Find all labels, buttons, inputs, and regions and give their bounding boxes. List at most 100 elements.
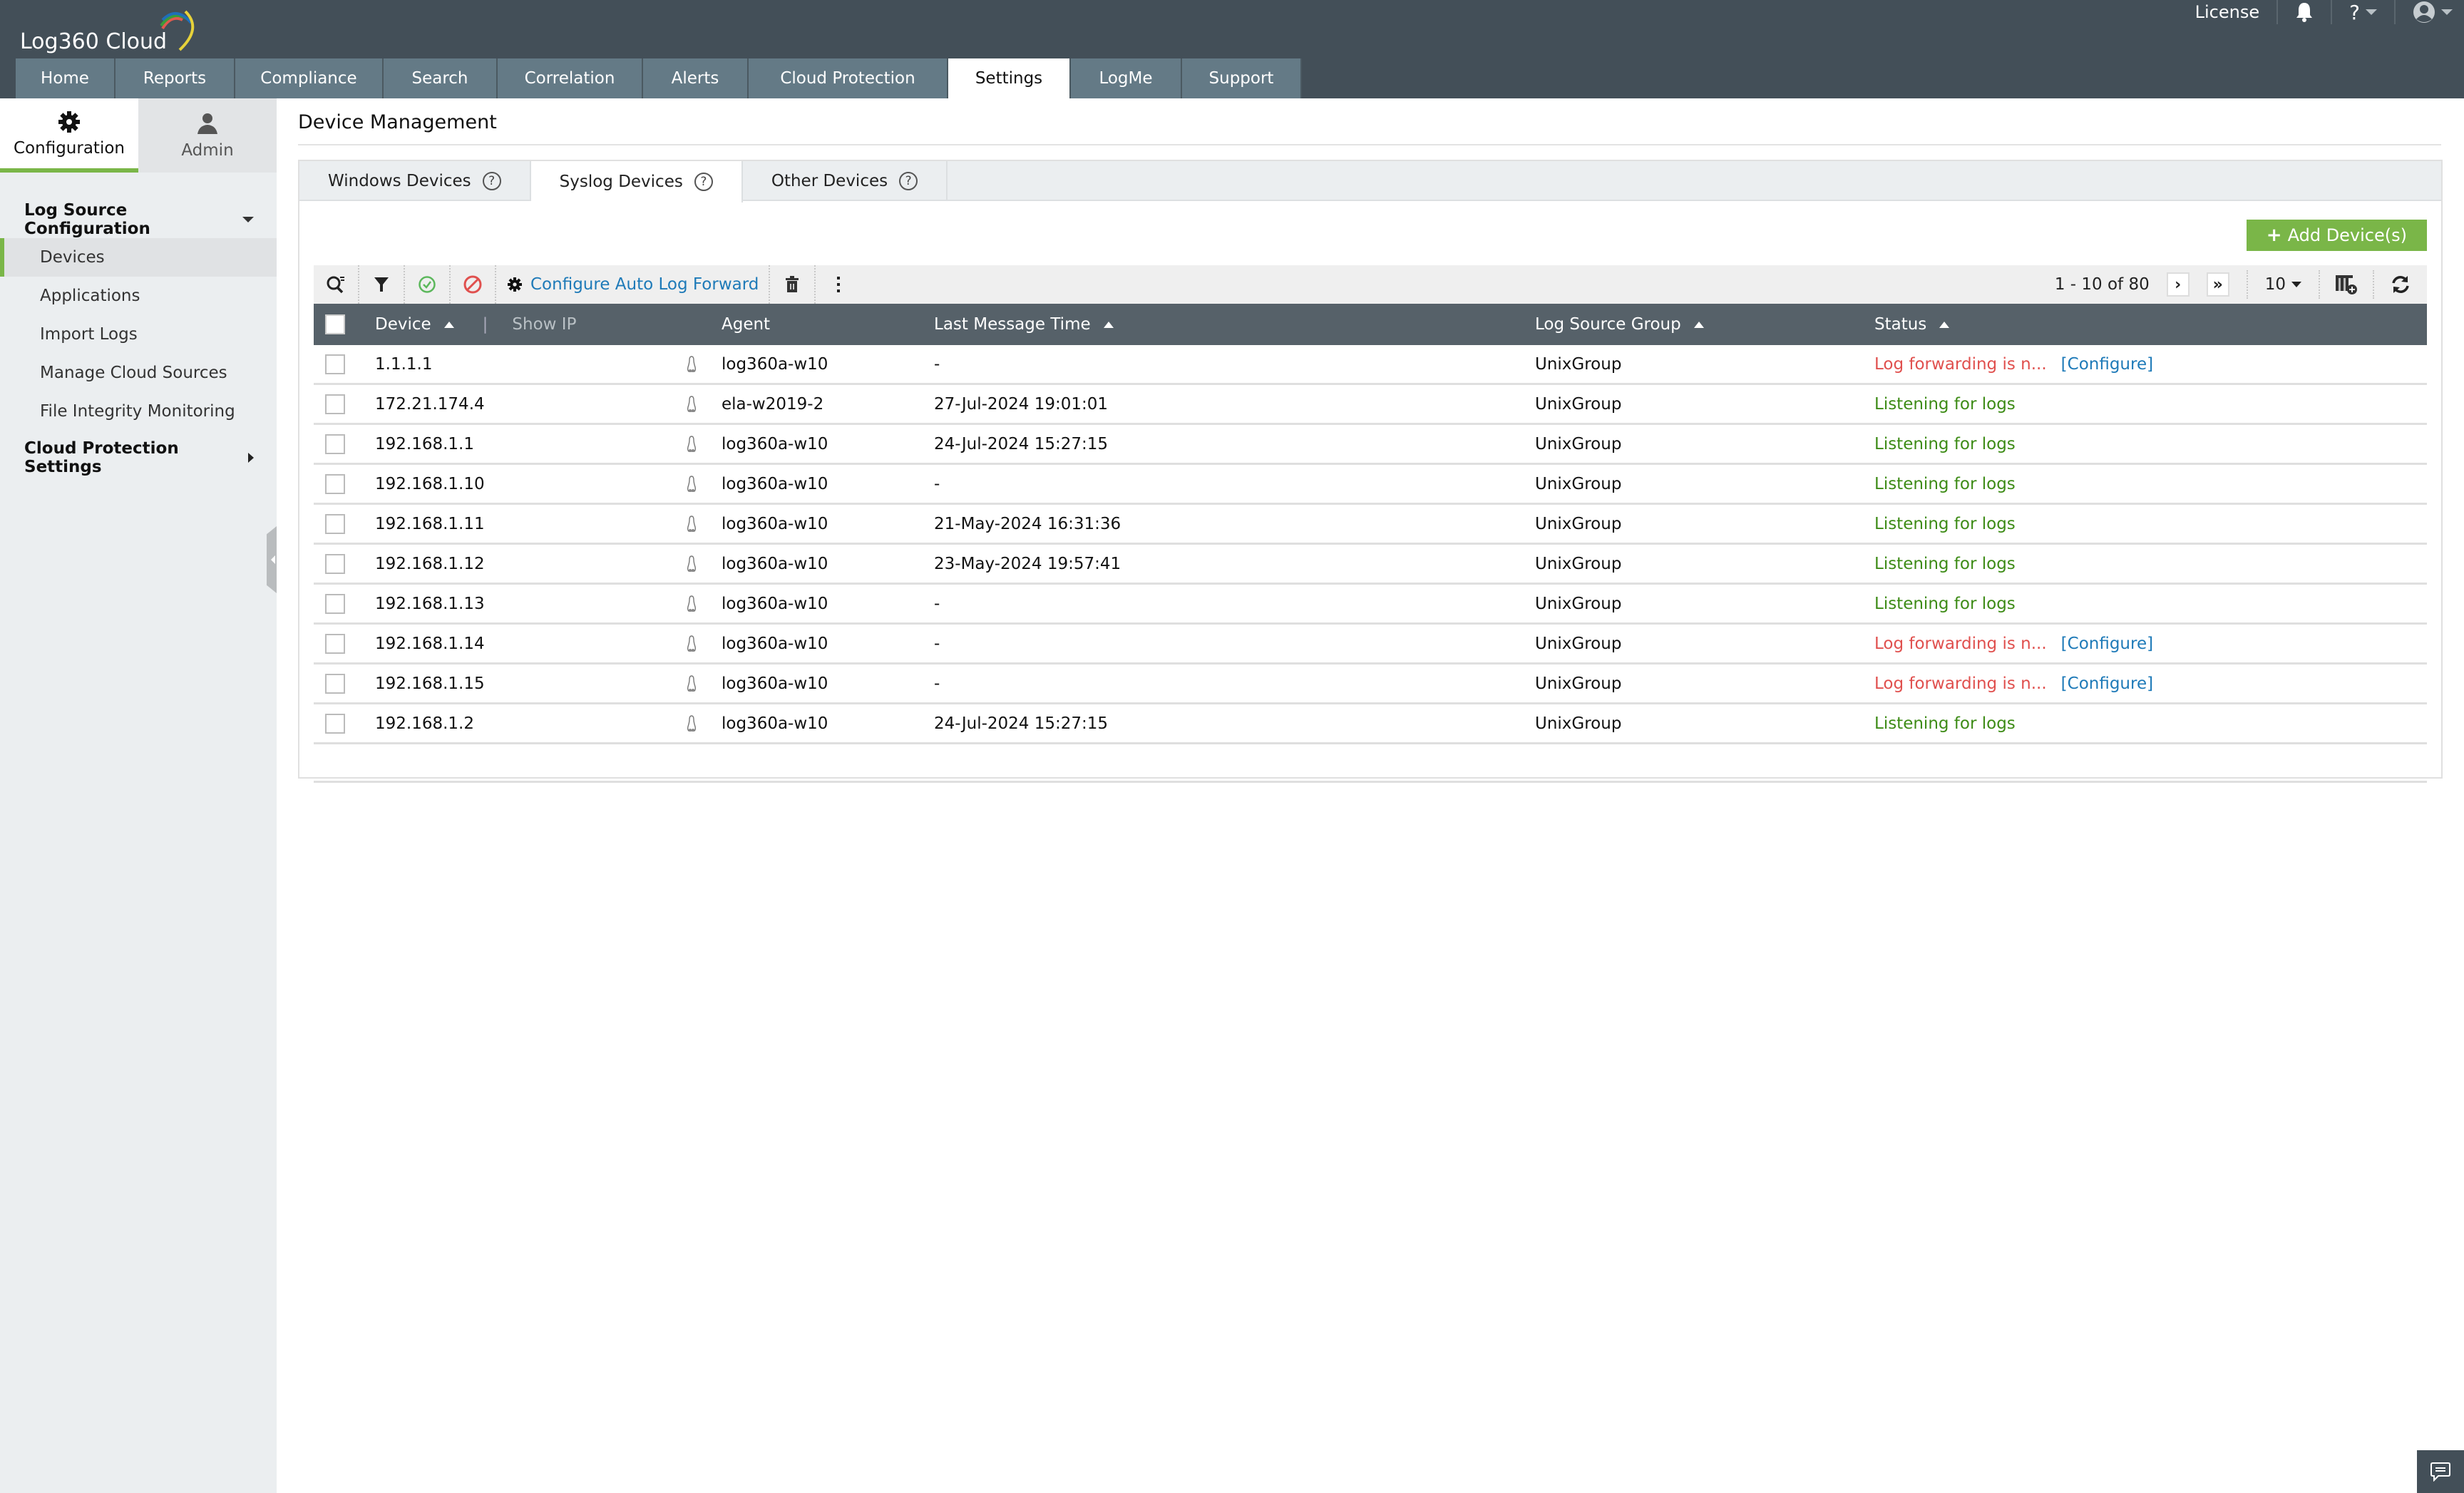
- sidebar-tab-admin[interactable]: Admin: [138, 98, 277, 173]
- sort-asc-icon[interactable]: [1939, 321, 1950, 328]
- table-row[interactable]: 192.168.1.2 log360a-w10 24-Jul-2024 15:27:…: [314, 704, 2427, 744]
- add-devices-button[interactable]: + Add Device(s): [2246, 220, 2427, 251]
- sidebar-tab-configuration[interactable]: Configuration: [0, 98, 138, 173]
- app-logo[interactable]: Log360 Cloud: [20, 7, 195, 53]
- table-row[interactable]: 172.21.174.4 ela-w2019-2 27-Jul-2024 19:01…: [314, 385, 2427, 425]
- row-checkbox[interactable]: [325, 553, 345, 574]
- nav-tab-search[interactable]: Search: [384, 58, 498, 98]
- sidebar-item-import-logs[interactable]: Import Logs: [0, 315, 277, 354]
- nav-tab-cloud-protection[interactable]: Cloud Protection: [749, 58, 948, 98]
- last-page-button[interactable]: »: [2206, 272, 2229, 297]
- device-name[interactable]: 1.1.1.1: [375, 355, 432, 374]
- notifications-button[interactable]: [2278, 0, 2333, 24]
- configure-link[interactable]: [Configure]: [2061, 674, 2153, 693]
- device-name[interactable]: 192.168.1.15: [375, 674, 485, 693]
- sidebar-collapse-handle[interactable]: [267, 526, 277, 593]
- table-row[interactable]: 192.168.1.14 log360a-w10 - UnixGroup Log for…: [314, 625, 2427, 665]
- enable-button[interactable]: [405, 265, 451, 304]
- chat-button[interactable]: [2417, 1450, 2464, 1493]
- page-size-select[interactable]: 10: [2248, 275, 2319, 294]
- last-message-time: -: [934, 634, 940, 653]
- more-options-button[interactable]: [816, 265, 861, 304]
- configure-auto-log-forward-link[interactable]: Configure Auto Log Forward: [496, 265, 771, 304]
- device-name[interactable]: 192.168.1.14: [375, 635, 485, 653]
- refresh-button[interactable]: [2374, 265, 2427, 304]
- help-menu-button[interactable]: ?: [2332, 0, 2396, 24]
- help-circle-icon[interactable]: ?: [899, 172, 918, 190]
- linux-icon: [687, 395, 697, 412]
- row-checkbox[interactable]: [325, 673, 345, 694]
- row-checkbox[interactable]: [325, 593, 345, 614]
- nav-tab-compliance[interactable]: Compliance: [235, 58, 384, 98]
- column-chooser-button[interactable]: [2320, 265, 2373, 304]
- linux-icon: [687, 475, 697, 492]
- sort-asc-icon[interactable]: [1693, 321, 1704, 328]
- row-checkbox[interactable]: [325, 633, 345, 654]
- tab-other-devices[interactable]: Other Devices ?: [743, 161, 948, 201]
- nav-tab-alerts[interactable]: Alerts: [643, 58, 749, 98]
- table-row[interactable]: 192.168.1.13 log360a-w10 - UnixGroup Listeni…: [314, 585, 2427, 625]
- tab-windows-devices[interactable]: Windows Devices ?: [299, 161, 531, 201]
- sidebar-group-header[interactable]: Cloud Protection Settings: [0, 439, 277, 476]
- column-header-status[interactable]: Status: [1874, 315, 1926, 334]
- user-menu-button[interactable]: [2396, 0, 2464, 24]
- column-header-device[interactable]: Device: [375, 315, 431, 334]
- nav-tab-reports[interactable]: Reports: [115, 58, 235, 98]
- device-name[interactable]: 172.21.174.4: [375, 395, 485, 414]
- row-checkbox[interactable]: [325, 713, 345, 734]
- table-row[interactable]: 192.168.1.11 log360a-w10 21-May-2024 16:31…: [314, 505, 2427, 545]
- configure-link[interactable]: [Configure]: [2061, 635, 2153, 653]
- log-source-group: UnixGroup: [1535, 354, 1622, 374]
- agent-name: log360a-w10: [722, 674, 828, 693]
- show-ip-toggle[interactable]: Show IP: [512, 315, 576, 334]
- agent-name: log360a-w10: [722, 354, 828, 374]
- table-row[interactable]: 192.168.1.15 log360a-w10 - UnixGroup Log for…: [314, 665, 2427, 704]
- tab-syslog-devices[interactable]: Syslog Devices ?: [530, 161, 743, 202]
- nav-tab-logme[interactable]: LogMe: [1071, 58, 1182, 98]
- help-circle-icon[interactable]: ?: [482, 172, 501, 190]
- table-row[interactable]: 1.1.1.1 log360a-w10 - UnixGroup Log forwardi…: [314, 345, 2427, 385]
- column-header-last-message-time[interactable]: Last Message Time: [934, 315, 1091, 334]
- select-all-checkbox[interactable]: [325, 314, 345, 334]
- table-row[interactable]: 192.168.1.10 log360a-w10 - UnixGroup Listeni…: [314, 465, 2427, 505]
- row-checkbox[interactable]: [325, 394, 345, 414]
- table-row[interactable]: 192.168.1.12 log360a-w10 23-May-2024 19:57…: [314, 545, 2427, 585]
- sidebar-group-header[interactable]: Log Source Configuration: [0, 201, 277, 238]
- license-link[interactable]: License: [2178, 0, 2279, 24]
- linux-icon: [687, 355, 697, 372]
- row-checkbox[interactable]: [325, 513, 345, 534]
- nav-tab-settings[interactable]: Settings: [948, 58, 1071, 98]
- device-name[interactable]: 192.168.1.1: [375, 435, 474, 453]
- row-checkbox[interactable]: [325, 354, 345, 374]
- help-circle-icon[interactable]: ?: [694, 173, 713, 191]
- tab-label: Windows Devices: [328, 172, 471, 190]
- column-header-log-source-group[interactable]: Log Source Group: [1535, 315, 1681, 334]
- device-name[interactable]: 192.168.1.13: [375, 595, 485, 613]
- sidebar-item-file-integrity-monitoring[interactable]: File Integrity Monitoring: [0, 392, 277, 431]
- nav-tab-support[interactable]: Support: [1182, 58, 1302, 98]
- next-page-button[interactable]: ›: [2166, 272, 2190, 297]
- sort-asc-icon[interactable]: [443, 321, 454, 328]
- device-name[interactable]: 192.168.1.11: [375, 515, 485, 533]
- status-text: Listening for logs: [1874, 514, 2016, 533]
- sidebar-group-cloud-protection: Cloud Protection Settings: [0, 439, 277, 476]
- device-name[interactable]: 192.168.1.2: [375, 714, 474, 733]
- sidebar-item-applications[interactable]: Applications: [0, 277, 277, 315]
- log-source-group: UnixGroup: [1535, 674, 1622, 693]
- search-button[interactable]: [314, 265, 359, 304]
- device-name[interactable]: 192.168.1.12: [375, 555, 485, 573]
- group-label: Cloud Protection Settings: [24, 439, 179, 476]
- table-row[interactable]: 192.168.1.1 log360a-w10 24-Jul-2024 15:27:…: [314, 425, 2427, 465]
- row-checkbox[interactable]: [325, 433, 345, 454]
- device-name[interactable]: 192.168.1.10: [375, 475, 485, 493]
- sidebar-item-manage-cloud-sources[interactable]: Manage Cloud Sources: [0, 354, 277, 392]
- sidebar-item-devices[interactable]: Devices: [0, 238, 277, 277]
- filter-button[interactable]: [359, 265, 405, 304]
- disable-button[interactable]: [451, 265, 496, 304]
- row-checkbox[interactable]: [325, 473, 345, 494]
- delete-button[interactable]: [770, 265, 816, 304]
- nav-tab-home[interactable]: Home: [16, 58, 115, 98]
- sort-asc-icon[interactable]: [1103, 321, 1114, 328]
- configure-link[interactable]: [Configure]: [2061, 355, 2153, 374]
- nav-tab-correlation[interactable]: Correlation: [498, 58, 643, 98]
